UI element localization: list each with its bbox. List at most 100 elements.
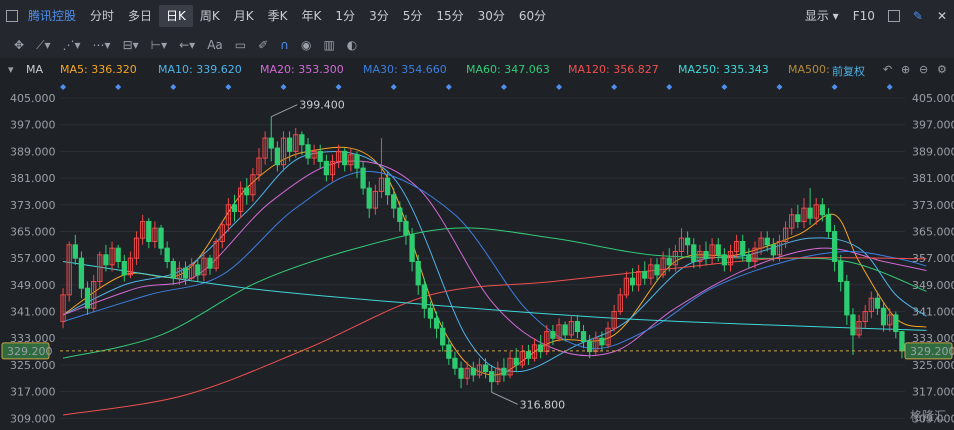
event-marker <box>776 84 783 90</box>
candle-down <box>691 244 697 263</box>
period-tab[interactable]: 年K <box>295 5 329 27</box>
candle-down <box>286 137 293 152</box>
kline-chart[interactable]: 405.000 405.000 397.000 397.000 389.000 389.0… <box>0 80 954 430</box>
magnet-icon[interactable]: ∩ <box>274 38 295 52</box>
period-tab[interactable]: 30分 <box>471 5 512 27</box>
undo-icon[interactable]: ↶ <box>883 63 892 76</box>
y-tick-label-left: 341.000 <box>10 306 56 319</box>
ma-legend-item: MA10: 339.620 <box>158 63 242 76</box>
candle-down <box>703 250 709 259</box>
watermark: 格隆汇 <box>909 409 946 423</box>
square-icon[interactable] <box>887 10 900 22</box>
candle-down <box>893 314 899 333</box>
last-price-label-right: 329.200 <box>910 345 954 358</box>
candle-down <box>874 297 881 309</box>
event-marker <box>666 84 673 90</box>
period-tab[interactable]: 5分 <box>396 5 430 27</box>
period-tab[interactable]: 15分 <box>429 5 470 27</box>
period-tab[interactable]: 分时 <box>83 5 121 27</box>
toggle-icon[interactable]: ◐ <box>341 38 363 52</box>
f10-button[interactable]: F10 <box>846 5 882 27</box>
candle-down <box>850 314 856 336</box>
candle-down <box>299 134 305 146</box>
period-toolbar: 腾讯控股 分时 多日 日K 周K 月K 季K 年K 1分 3分 5分 15分 30分 60分 显示 ▾ … <box>0 0 954 33</box>
zoom-out-icon[interactable]: ⊖ <box>919 63 928 76</box>
candle-down <box>880 307 887 326</box>
candle-down <box>182 267 189 279</box>
candle-down <box>482 364 489 373</box>
period-tab[interactable]: 季K <box>261 5 295 27</box>
y-tick-label-right: 381.000 <box>912 172 954 185</box>
ma-legend-item: MA5: 336.320 <box>60 63 137 76</box>
y-tick-label-right: 389.000 <box>912 145 954 158</box>
candle-down <box>317 150 323 162</box>
y-tick-label-right: 341.000 <box>912 306 954 319</box>
period-tab[interactable]: 周K <box>193 5 227 27</box>
display-menu[interactable]: 显示 ▾ <box>798 5 846 27</box>
candle-down <box>403 220 409 236</box>
period-tab[interactable]: 3分 <box>362 5 396 27</box>
range-tool-icon[interactable]: ⊢▾ <box>145 38 173 52</box>
period-tab[interactable]: 月K <box>227 5 261 27</box>
event-marker <box>390 84 397 90</box>
candle-down <box>170 261 176 279</box>
trash-icon[interactable]: ▥ <box>317 38 340 52</box>
candle-down <box>78 257 85 289</box>
y-tick-label-right: 317.000 <box>912 386 954 399</box>
candle-down <box>207 257 213 269</box>
period-tab[interactable]: 多日 <box>121 5 159 27</box>
collapse-icon[interactable]: ▾ <box>8 63 14 76</box>
close-icon[interactable]: ✕ <box>930 5 954 27</box>
period-tab[interactable]: 1分 <box>328 5 362 27</box>
period-tab[interactable]: 日K <box>159 5 193 27</box>
y-tick-label-left: 365.000 <box>10 225 56 238</box>
text-tool[interactable]: Aa <box>201 38 229 52</box>
move-icon[interactable]: ✥ <box>0 38 30 52</box>
channel-tool-icon[interactable]: ⋰▾ <box>57 38 87 52</box>
eraser-icon[interactable]: ✐ <box>252 38 274 52</box>
event-marker <box>60 84 67 90</box>
line-tool-icon[interactable]: ⟋▾ <box>30 38 56 53</box>
pen-icon[interactable]: ✎ <box>906 5 930 27</box>
y-tick-label-left: 325.000 <box>10 359 56 372</box>
candle-down <box>323 160 330 176</box>
candle-down <box>440 327 446 346</box>
candle-down <box>844 281 850 316</box>
stock-name[interactable]: 腾讯控股 <box>24 5 83 27</box>
candle-down <box>825 214 832 232</box>
window-icon[interactable] <box>6 10 18 22</box>
annotation-leader <box>271 104 298 118</box>
event-marker <box>115 84 122 90</box>
candle-down <box>838 261 844 283</box>
candle-down <box>415 261 421 286</box>
ma-title: MA <box>26 63 44 76</box>
candle-down <box>684 237 691 246</box>
y-tick-label-left: 389.000 <box>10 145 56 158</box>
candle-down <box>642 271 648 279</box>
fib-tool-icon[interactable]: ⊟▾ <box>117 38 145 52</box>
event-marker <box>500 84 507 90</box>
event-marker <box>225 84 232 90</box>
candle-down <box>721 254 728 266</box>
candle-down <box>409 234 415 263</box>
y-tick-label-left: 381.000 <box>10 172 56 185</box>
settings-icon[interactable]: ⚙ <box>937 63 947 76</box>
y-tick-label-right: 365.000 <box>912 225 954 238</box>
candle-down <box>158 227 164 249</box>
period-tab[interactable]: 60分 <box>512 5 553 27</box>
event-marker <box>170 84 177 90</box>
zoom-in-icon[interactable]: ⊕ <box>901 63 910 76</box>
wave-tool-icon[interactable]: ⋯▾ <box>87 38 117 52</box>
comment-icon[interactable]: ▭ <box>229 38 252 52</box>
candle-down <box>72 244 78 259</box>
arrow-tool-icon[interactable]: ←▾ <box>173 38 201 52</box>
adjust-mode[interactable]: 前复权 <box>832 63 865 79</box>
candle-down <box>574 321 581 333</box>
candle-down <box>427 307 434 319</box>
candle-down <box>354 154 360 169</box>
eye-icon[interactable]: ◉ <box>295 38 317 52</box>
candle-down <box>764 237 770 246</box>
candle-down <box>360 167 366 189</box>
candle-down <box>899 331 905 352</box>
candle-down <box>501 367 507 376</box>
